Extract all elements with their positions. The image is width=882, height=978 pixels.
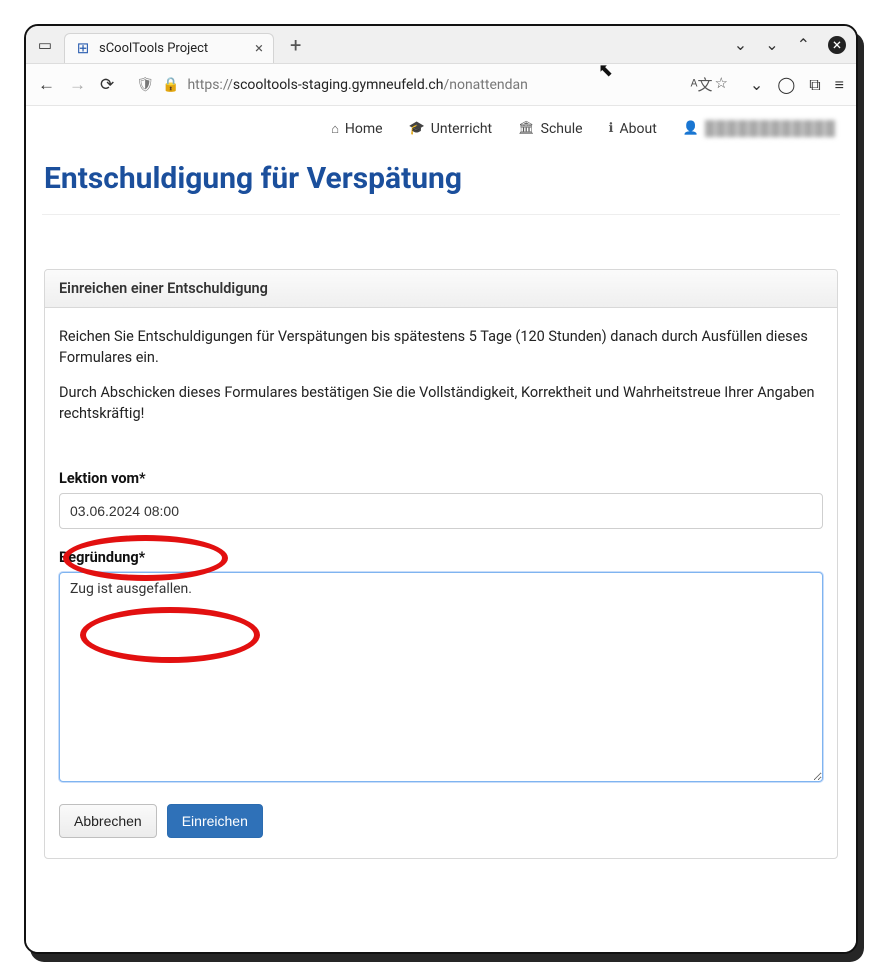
begruendung-label: Begründung* [59,549,823,566]
site-topnav: ⌂ Home 🎓 Unterricht 🏛 Schule ℹ About 👤 █… [42,106,840,147]
browser-tabbar: ▭ ⊞ sCoolTools Project × + ⌄ ⌄ ⌃ × [26,26,856,64]
lektion-input[interactable] [59,493,823,529]
nav-user[interactable]: 👤 ████████████ [683,120,836,137]
grid-icon: ⊞ [75,40,91,56]
nav-schule[interactable]: 🏛 Schule [518,120,582,137]
menu-icon[interactable]: ≡ [835,75,844,95]
nav-unterricht-label: Unterricht [431,121,492,137]
panel-header: Einreichen einer Entschuldigung [45,270,837,308]
mouse-cursor-icon: ⬉ [598,60,613,81]
extensions-icon[interactable]: ⧉ [809,75,820,95]
nav-user-label: ████████████ [705,120,836,137]
reload-button[interactable]: ⟳ [100,75,114,95]
sidebar-toggle-icon[interactable]: ▭ [36,37,54,53]
translate-icon[interactable]: ᴬ文 [691,74,713,95]
pocket-icon[interactable]: ⌄ [750,75,763,94]
new-tab-button[interactable]: + [284,33,307,57]
forward-button: → [69,75,86,95]
nav-home-label: Home [345,121,383,137]
back-button[interactable]: ← [38,75,55,95]
chevron-up-icon[interactable]: ⌃ [797,35,810,54]
graduation-cap-icon: 🎓 [409,121,425,136]
home-icon: ⌂ [331,121,339,137]
url-bar[interactable]: 🛡 🔒 https://scooltools-staging.gymneufel… [128,70,736,100]
url-path: /nonattendan [443,77,527,93]
cancel-button[interactable]: Abbrechen [59,804,157,838]
panel-info-2: Durch Abschicken dieses Formulares bestä… [59,382,823,424]
bookmark-star-icon[interactable]: ☆ [714,74,727,95]
nav-home[interactable]: ⌂ Home [331,120,383,137]
url-prefix: https:// [187,77,232,93]
panel-info-1: Reichen Sie Entschuldigungen für Verspät… [59,326,823,368]
school-icon: 🏛 [518,121,535,136]
nav-schule-label: Schule [541,121,583,137]
browser-tab[interactable]: ⊞ sCoolTools Project × [64,33,274,63]
user-icon: 👤 [683,121,699,136]
url-host: scooltools-staging.gymneufeld.ch [233,77,444,93]
excuse-panel: Einreichen einer Entschuldigung Reichen … [44,269,838,859]
tab-close-icon[interactable]: × [255,39,263,57]
nav-about-label: About [620,121,657,137]
nav-about[interactable]: ℹ About [609,120,657,137]
browser-navbar: ← → ⟳ 🛡 🔒 https://scooltools-staging.gym… [26,64,856,106]
info-icon: ℹ [609,121,614,136]
begruendung-textarea[interactable] [59,572,823,782]
shield-icon: 🛡 [136,77,154,93]
page-title: Entschuldigung für Verspätung [44,161,838,196]
nav-unterricht[interactable]: 🎓 Unterricht [409,120,493,137]
chevron-down-icon-2[interactable]: ⌄ [765,35,778,54]
lock-icon: 🔒 [162,77,179,93]
submit-button[interactable]: Einreichen [167,804,263,838]
lektion-label: Lektion vom* [59,470,823,487]
tab-title: sCoolTools Project [99,41,208,56]
chevron-down-icon[interactable]: ⌄ [734,35,747,54]
window-close-icon[interactable]: × [828,36,846,54]
account-icon[interactable]: ◯ [777,75,795,94]
divider [42,214,840,215]
